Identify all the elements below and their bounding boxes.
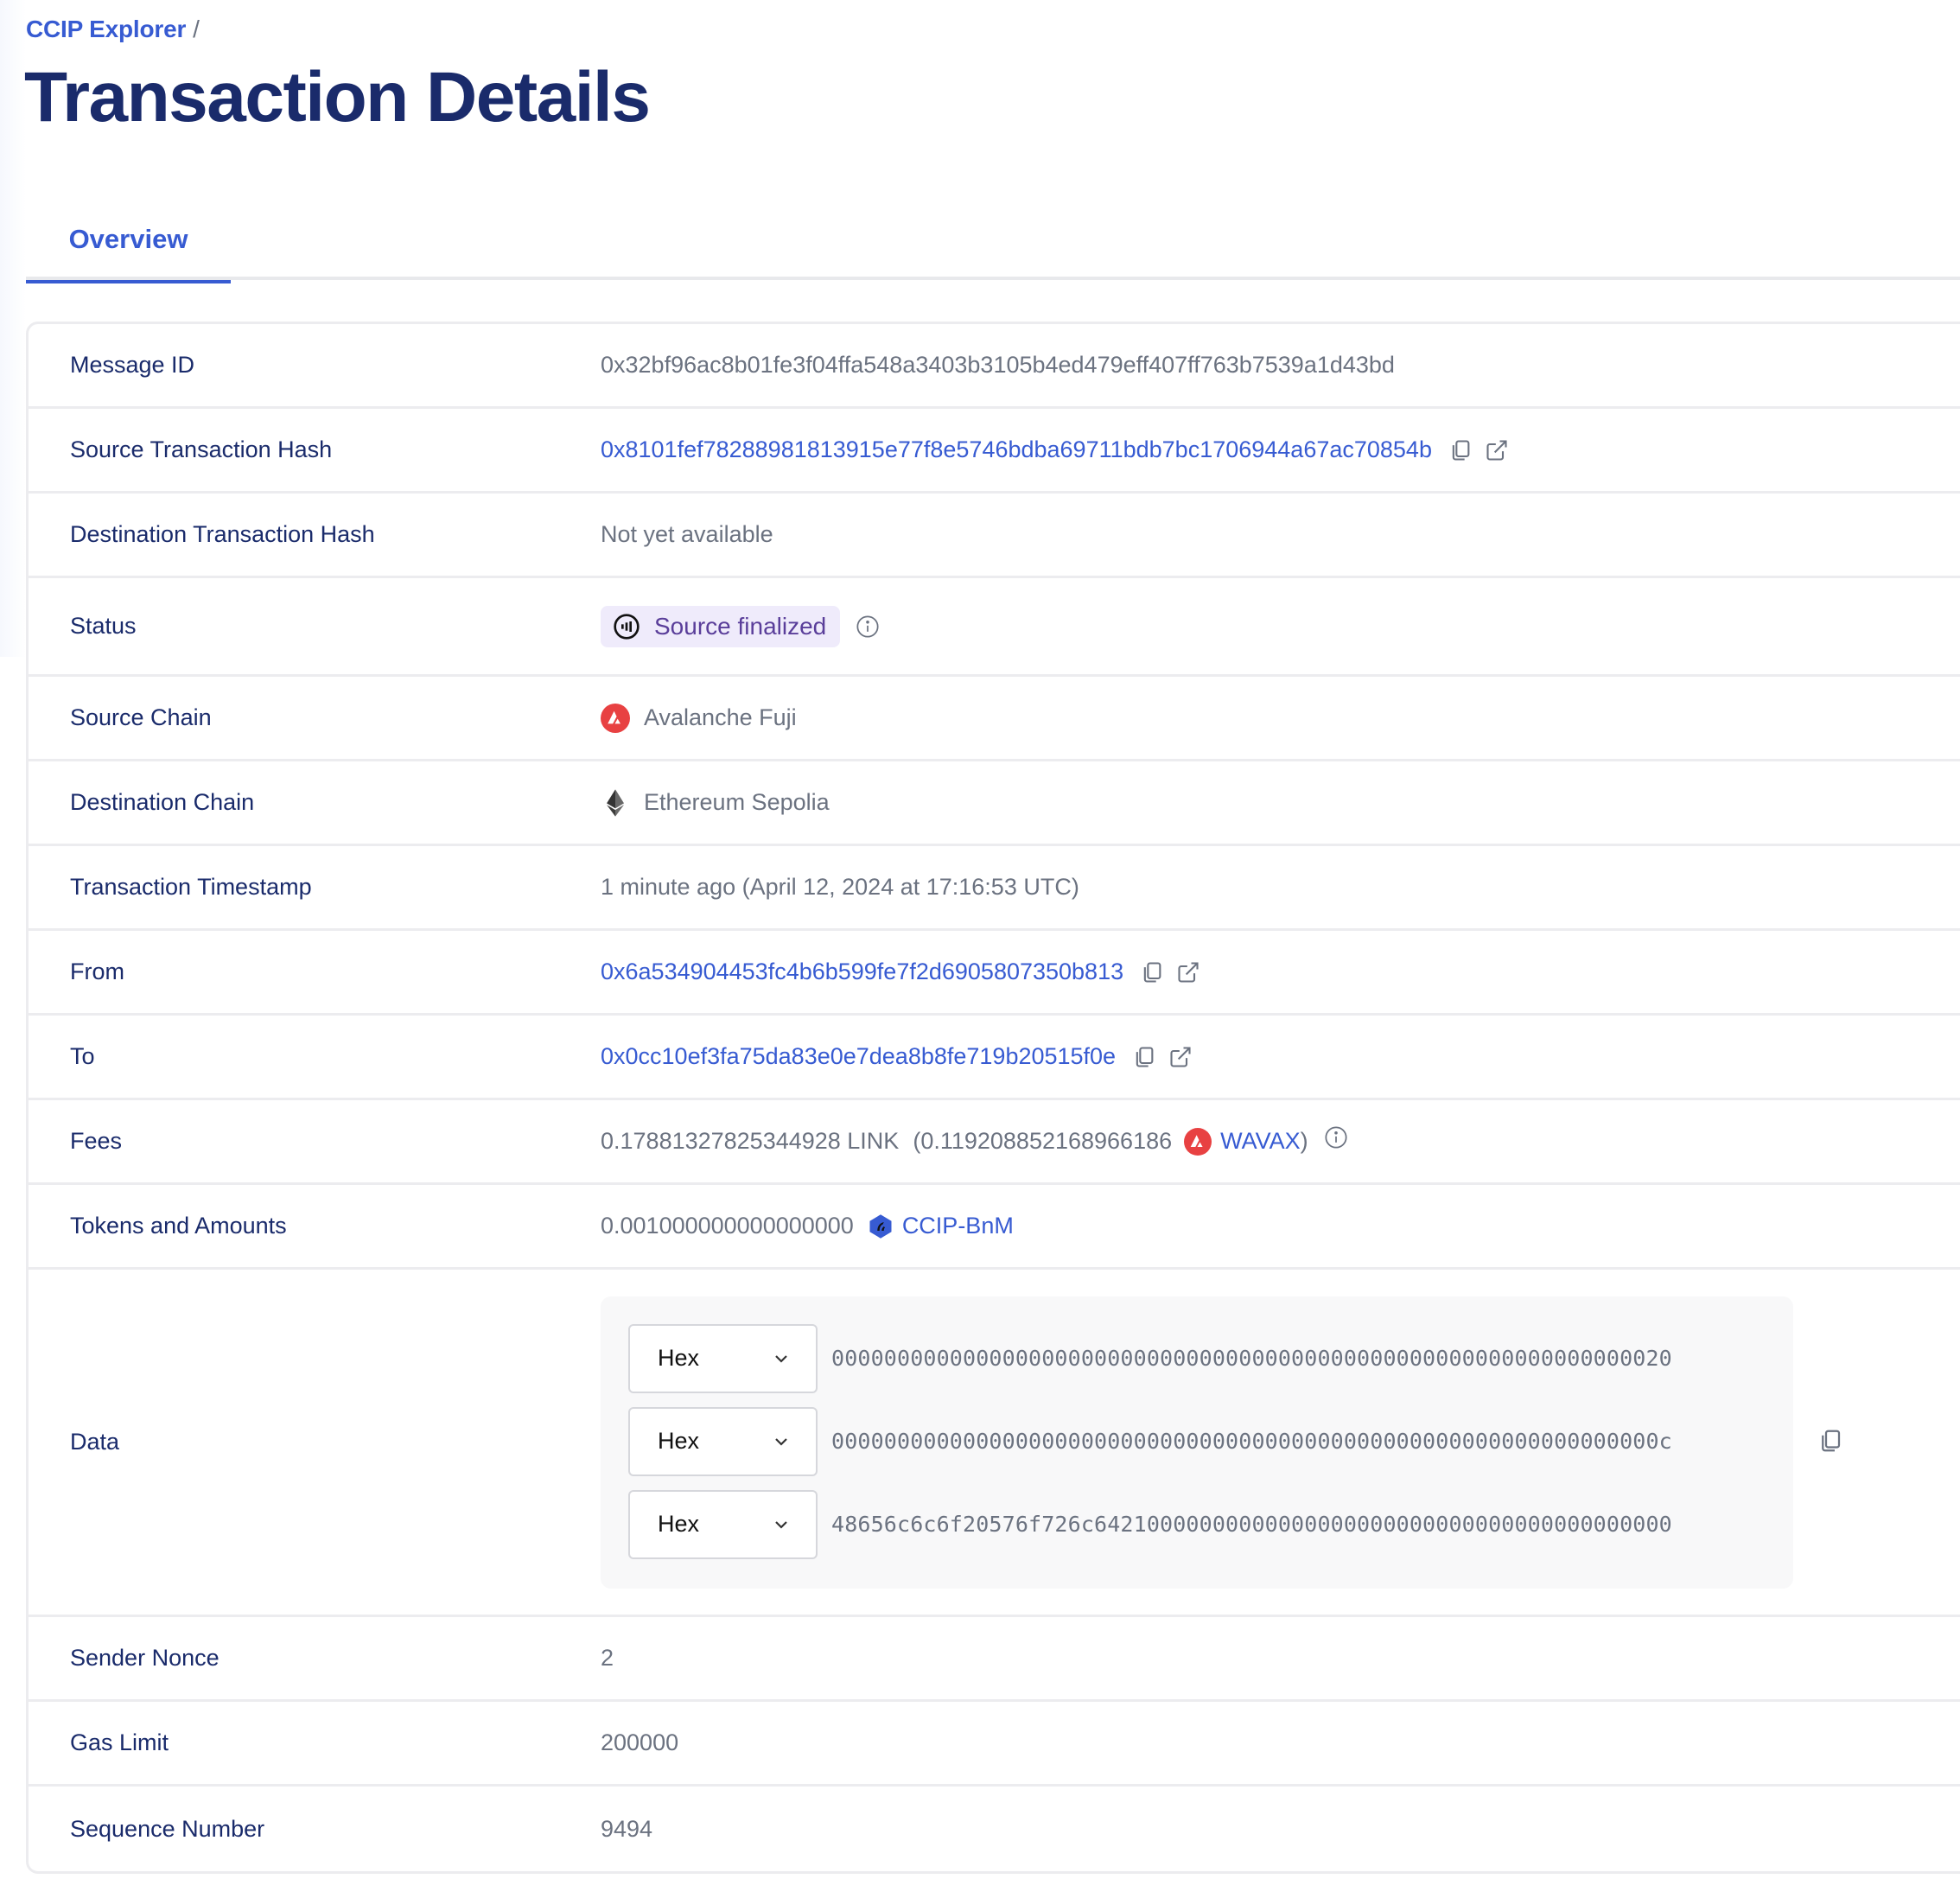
copy-icon[interactable]	[1131, 1044, 1157, 1070]
sequence-number-value: 9494	[601, 1815, 653, 1842]
chevron-down-icon	[775, 1354, 787, 1363]
row-destination-tx-hash: Destination Transaction Hash Not yet ava…	[29, 494, 1960, 578]
copy-icon[interactable]	[1817, 1428, 1843, 1458]
row-source-tx-hash: Source Transaction Hash 0x8101fef7828898…	[29, 409, 1960, 494]
tab-bar: Overview	[26, 199, 1960, 283]
chevron-down-icon	[775, 1437, 787, 1446]
data-line: Hex 48656c6c6f20576f726c6421000000000000…	[628, 1489, 1766, 1559]
external-link-icon[interactable]	[1168, 1044, 1193, 1070]
sender-nonce-value: 2	[601, 1645, 614, 1671]
row-label: Destination Chain	[70, 789, 255, 815]
data-format-select[interactable]: Hex	[628, 1323, 818, 1393]
gas-limit-value: 200000	[601, 1729, 679, 1755]
row-source-chain: Source Chain Avalanche Fuji	[29, 677, 1960, 761]
row-label: Message ID	[70, 352, 195, 378]
avalanche-icon	[601, 703, 630, 733]
status-badge: Source finalized	[601, 605, 841, 647]
data-hex-value: 0000000000000000000000000000000000000000…	[831, 1346, 1672, 1371]
breadcrumb: CCIP Explorer /	[26, 16, 200, 43]
data-format-value: Hex	[658, 1345, 700, 1371]
to-address-link[interactable]: 0x0cc10ef3fa75da83e0e7dea8b8fe719b20515f…	[601, 1043, 1116, 1070]
row-label: Status	[70, 613, 137, 639]
row-sequence-number: Sequence Number 9494	[29, 1787, 1960, 1871]
row-label: Data	[70, 1429, 120, 1455]
copy-icon[interactable]	[1448, 437, 1473, 463]
copy-icon[interactable]	[1139, 959, 1165, 985]
chevron-down-icon	[775, 1520, 787, 1529]
row-label: Sequence Number	[70, 1815, 265, 1842]
data-hex-value: 48656c6c6f20576f726c64210000000000000000…	[831, 1512, 1672, 1537]
background-fade	[0, 0, 26, 657]
token-amount: 0.001000000000000000	[601, 1213, 854, 1239]
ccip-bnm-token-link[interactable]: CCIP-BnM	[902, 1213, 1014, 1239]
ethereum-icon	[607, 788, 624, 817]
destination-tx-hash-value: Not yet available	[601, 521, 773, 547]
row-status: Status Source finalized	[29, 578, 1960, 677]
data-format-select[interactable]: Hex	[628, 1489, 818, 1559]
source-tx-hash-link[interactable]: 0x8101fef78288981813915e77f8e5746bdba697…	[601, 436, 1432, 463]
row-to: To 0x0cc10ef3fa75da83e0e7dea8b8fe719b205…	[29, 1016, 1960, 1100]
breadcrumb-ccip-explorer-link[interactable]: CCIP Explorer	[26, 16, 186, 42]
fees-link-amount: 0.17881327825344928 LINK	[601, 1128, 900, 1154]
data-format-select[interactable]: Hex	[628, 1406, 818, 1476]
source-chain-name: Avalanche Fuji	[644, 704, 797, 730]
ccip-bnm-icon	[869, 1213, 892, 1239]
fees-alt-amount: (0.119208852168966186	[913, 1128, 1173, 1154]
data-format-value: Hex	[658, 1511, 700, 1537]
data-box: Hex 000000000000000000000000000000000000…	[601, 1296, 1841, 1589]
row-fees: Fees 0.17881327825344928 LINK (0.1192088…	[29, 1100, 1960, 1185]
avalanche-icon	[1184, 1127, 1212, 1156]
row-label: From	[70, 959, 124, 984]
breadcrumb-separator: /	[193, 16, 200, 42]
timestamp-value: 1 minute ago (April 12, 2024 at 17:16:53…	[601, 874, 1079, 900]
row-label: Transaction Timestamp	[70, 874, 312, 900]
details-card: Message ID 0x32bf96ac8b01fe3f04ffa548a34…	[26, 322, 1960, 1874]
tab-overview[interactable]: Overview	[26, 199, 231, 283]
row-from: From 0x6a534904453fc4b6b599fe7f2d6905807…	[29, 931, 1960, 1016]
row-gas-limit: Gas Limit 200000	[29, 1702, 1960, 1787]
row-data: Data Hex 0000000000000000000000000000000…	[29, 1270, 1960, 1617]
data-hex-value: 0000000000000000000000000000000000000000…	[831, 1429, 1672, 1454]
row-label: Tokens and Amounts	[70, 1213, 287, 1239]
message-id-value: 0x32bf96ac8b01fe3f04ffa548a3403b3105b4ed…	[601, 352, 1395, 378]
row-label: Sender Nonce	[70, 1645, 220, 1671]
fees-close-paren: )	[1300, 1128, 1308, 1154]
row-timestamp: Transaction Timestamp 1 minute ago (Apri…	[29, 846, 1960, 931]
data-format-value: Hex	[658, 1428, 700, 1454]
wavax-token-link[interactable]: WAVAX	[1220, 1128, 1301, 1155]
external-link-icon[interactable]	[1175, 959, 1201, 985]
destination-chain-name: Ethereum Sepolia	[644, 789, 830, 815]
status-progress-icon	[614, 613, 640, 640]
row-label: Source Chain	[70, 704, 212, 730]
info-icon[interactable]	[1324, 1125, 1348, 1150]
row-label: Source Transaction Hash	[70, 436, 333, 462]
row-label: Gas Limit	[70, 1729, 169, 1755]
page-title: Transaction Details	[24, 58, 651, 137]
row-label: Destination Transaction Hash	[70, 521, 375, 547]
row-tokens-amounts: Tokens and Amounts 0.001000000000000000 …	[29, 1185, 1960, 1270]
row-destination-chain: Destination Chain Ethereum Sepolia	[29, 761, 1960, 846]
row-label: Fees	[70, 1128, 123, 1154]
from-address-link[interactable]: 0x6a534904453fc4b6b599fe7f2d6905807350b8…	[601, 959, 1123, 985]
data-line: Hex 000000000000000000000000000000000000…	[628, 1406, 1766, 1476]
status-text: Source finalized	[654, 612, 827, 640]
row-sender-nonce: Sender Nonce 2	[29, 1617, 1960, 1702]
external-link-icon[interactable]	[1484, 437, 1510, 463]
info-icon[interactable]	[856, 615, 880, 639]
row-label: To	[70, 1043, 95, 1069]
data-line: Hex 000000000000000000000000000000000000…	[628, 1323, 1766, 1393]
row-message-id: Message ID 0x32bf96ac8b01fe3f04ffa548a34…	[29, 324, 1960, 409]
